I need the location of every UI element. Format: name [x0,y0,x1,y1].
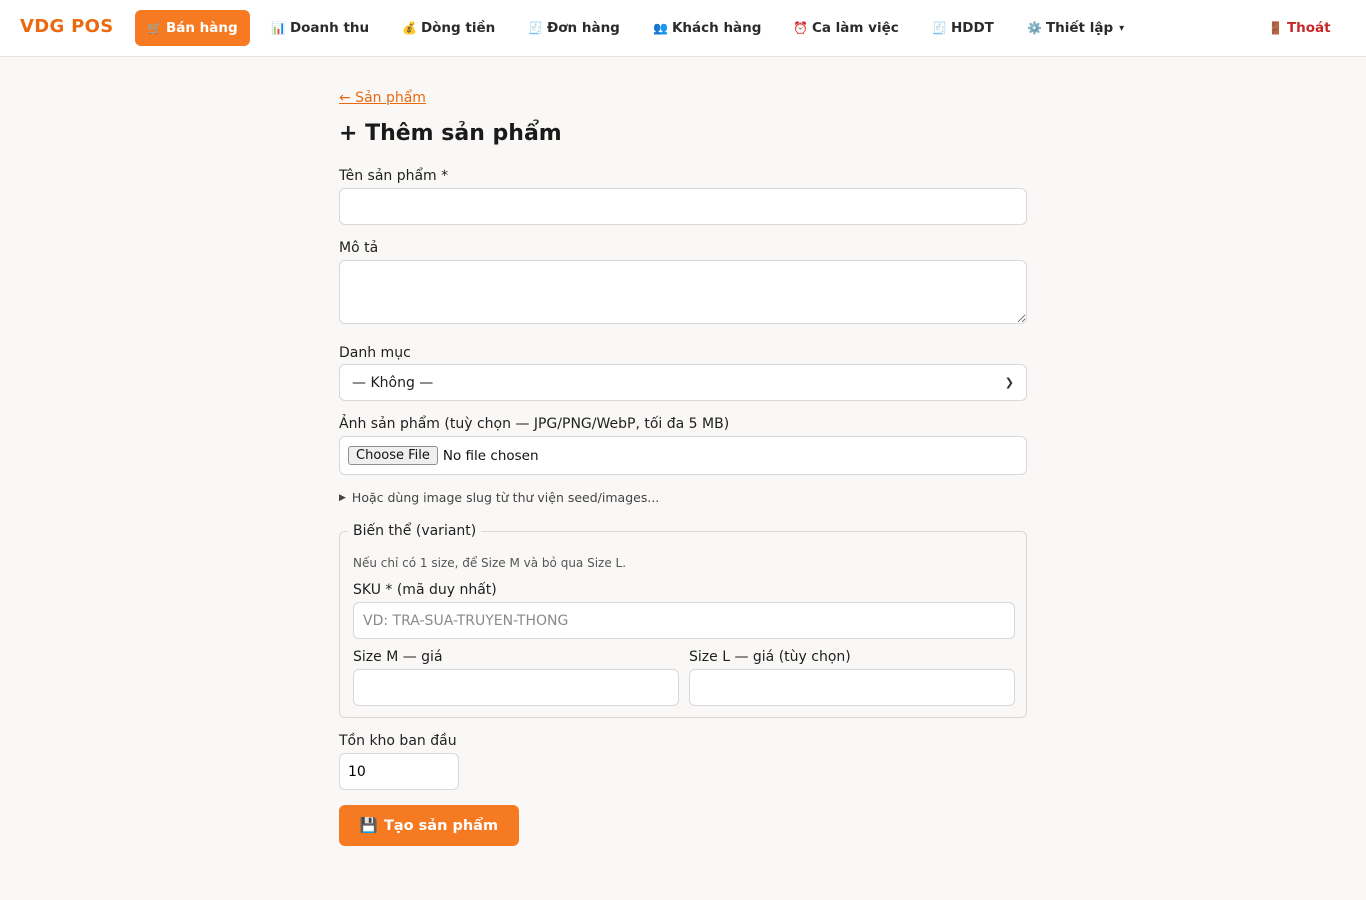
category-label: Danh mục [339,345,411,361]
logout-button[interactable]: 🚪 Thoát [1256,10,1343,46]
floppy-disk-icon: 💾 [359,818,378,834]
stock-input[interactable] [339,753,459,790]
sku-input[interactable] [353,602,1015,639]
back-to-products-link[interactable]: ← Sản phẩm [339,90,426,106]
nav-item-label: Bán hàng [165,20,238,36]
size-l-label: Size L — giá (tùy chọn) [689,649,851,665]
nav-item-dong-tien[interactable]: 💰 Dòng tiền [390,10,507,46]
nav-item-ban-hang[interactable]: 🛒 Bán hàng [135,10,250,46]
nav-item-label: Thiết lập [1045,20,1114,36]
alarm-clock-icon: ⏰ [793,21,808,35]
triangle-right-icon: ▶ [339,492,346,503]
stock-label: Tồn kho ban đầu [339,733,457,749]
nav-item-label: Ca làm việc [811,20,899,36]
nav-item-label: Doanh thu [289,20,370,36]
file-status: No file chosen [442,447,539,464]
logout-label: Thoát [1286,20,1331,36]
variant-legend: Biến thể (variant) [348,523,482,539]
sku-label: SKU * (mã duy nhất) [353,582,497,598]
nav-item-label: Đơn hàng [546,20,620,36]
receipt-icon: 🧾 [932,21,947,35]
product-name-label: Tên sản phẩm * [339,168,449,184]
size-m-label: Size M — giá [353,649,443,665]
nav-item-khach-hang[interactable]: 👥 Khách hàng [641,10,773,46]
description-label: Mô tả [339,240,379,256]
users-icon: 👥 [653,21,668,35]
receipt-icon: 🧾 [528,21,543,35]
nav-item-thiet-lap[interactable]: ⚙️ Thiết lập ▾ [1015,10,1136,46]
chevron-down-icon: ▾ [1119,22,1125,34]
category-selected-value: — Không — [352,374,434,391]
nav-item-label: HDDT [950,20,994,36]
image-slug-toggle[interactable]: ▶ Hoặc dùng image slug từ thư viện seed/… [339,490,659,505]
variant-fieldset: Biến thể (variant) Nếu chỉ có 1 size, để… [339,523,1027,718]
nav-item-don-hang[interactable]: 🧾 Đơn hàng [516,10,632,46]
chevron-down-icon: ❯ [1004,376,1014,389]
create-product-label: Tạo sản phẩm [383,817,499,834]
top-nav: VDG POS 🛒 Bán hàng 📊 Doanh thu 💰 Dòng ti… [0,0,1366,57]
size-m-price-input[interactable] [353,669,679,706]
create-product-button[interactable]: 💾 Tạo sản phẩm [339,805,519,846]
nav-item-doanh-thu[interactable]: 📊 Doanh thu [259,10,381,46]
nav-item-hddt[interactable]: 🧾 HDDT [920,10,1006,46]
size-l-price-input[interactable] [689,669,1015,706]
brand-logo[interactable]: VDG POS [20,16,113,37]
money-bag-icon: 💰 [402,21,417,35]
nav-item-label: Khách hàng [671,20,762,36]
chart-icon: 📊 [271,21,286,35]
description-textarea[interactable] [339,260,1027,324]
nav-item-label: Dòng tiền [420,20,496,36]
door-icon: 🚪 [1268,21,1283,35]
page-title: + Thêm sản phẩm [339,121,562,146]
image-label: Ảnh sản phẩm (tuỳ chọn — JPG/PNG/WebP, t… [339,416,730,432]
image-slug-toggle-label: Hoặc dùng image slug từ thư viện seed/im… [351,490,660,505]
gear-icon: ⚙️ [1027,21,1042,35]
cart-icon: 🛒 [147,21,162,35]
image-file-input[interactable]: Choose File No file chosen [339,436,1027,475]
product-name-input[interactable] [339,188,1027,225]
choose-file-button[interactable]: Choose File [348,446,438,465]
variant-hint: Nếu chỉ có 1 size, để Size M và bỏ qua S… [353,556,627,570]
category-select[interactable]: — Không — ❯ [339,364,1027,401]
nav-item-ca-lam-viec[interactable]: ⏰ Ca làm việc [781,10,911,46]
